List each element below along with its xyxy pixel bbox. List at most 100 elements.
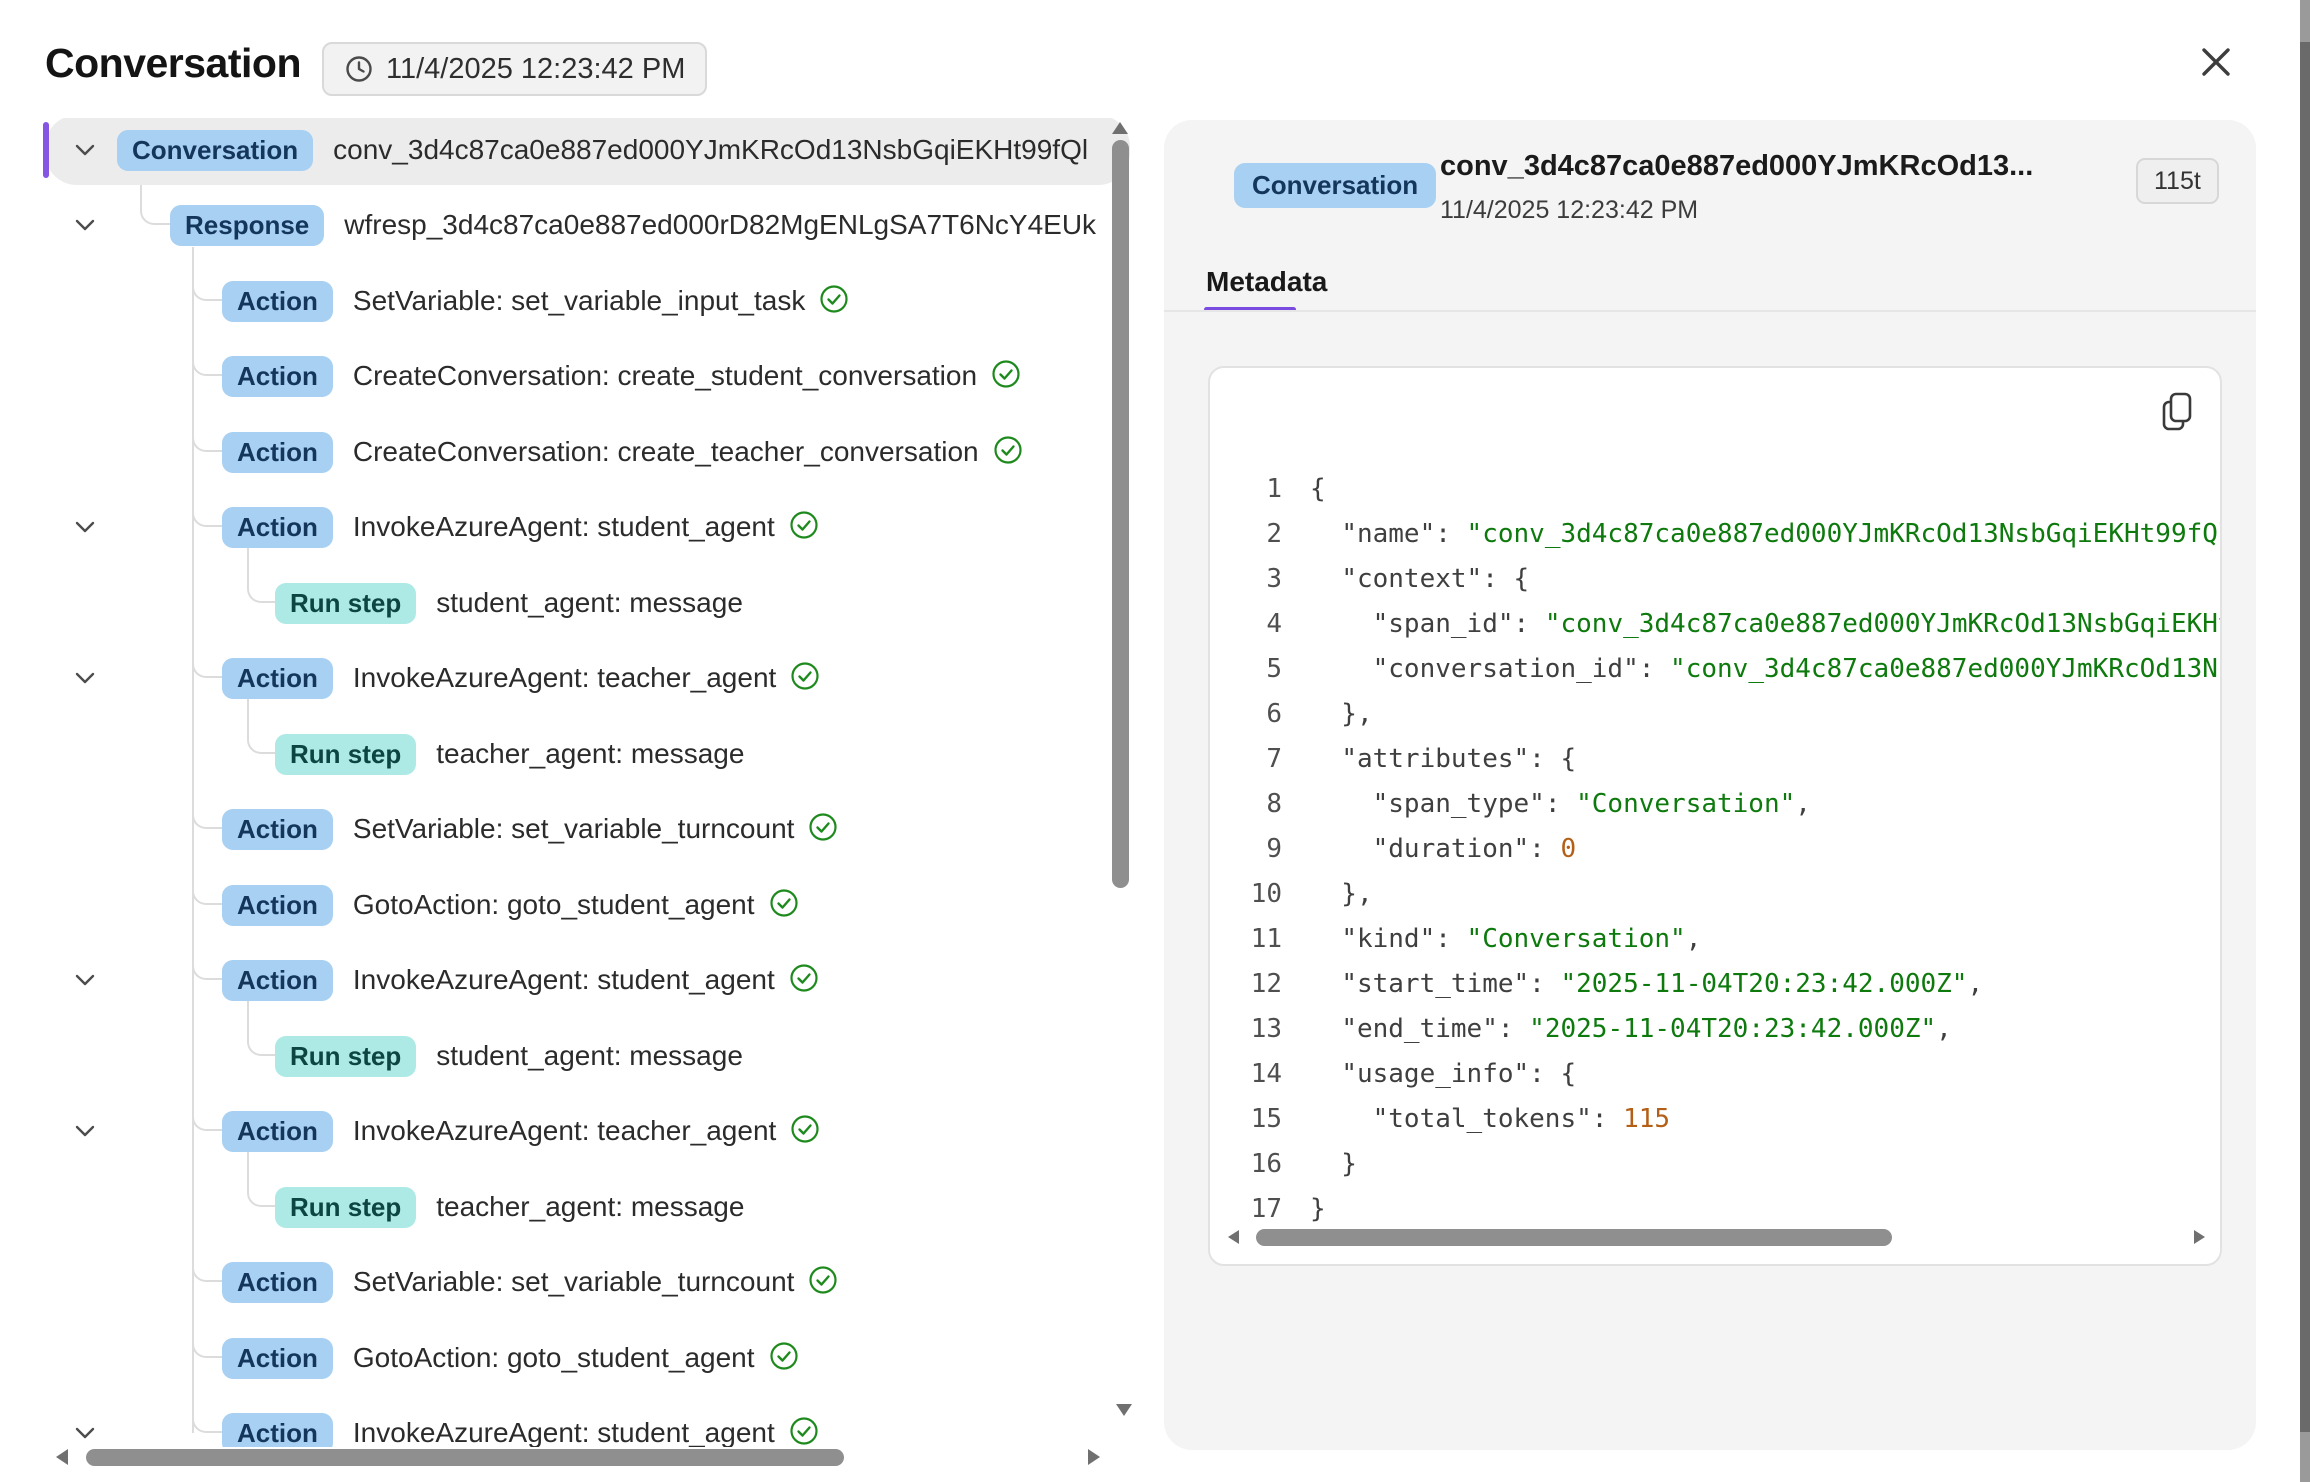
status-success-icon <box>790 1114 820 1149</box>
span-label: student_agent: message <box>436 1040 743 1072</box>
tree-row[interactable]: Conversationconv_3d4c87ca0e887ed000YJmKR… <box>0 118 1132 187</box>
success-check-icon <box>808 812 838 842</box>
span-label: CreateConversation: create_student_conve… <box>353 360 977 392</box>
code-text: "span_type": "Conversation", <box>1310 789 1811 819</box>
span-type-badge: Run step <box>275 1036 416 1077</box>
code-horizontal-scrollbar-thumb[interactable] <box>1256 1229 1892 1246</box>
expand-chevron-button[interactable] <box>72 967 98 993</box>
code-text: "start_time": "2025-11-04T20:23:42.000Z"… <box>1310 969 1983 999</box>
json-code-line: 14 "usage_info": { <box>1210 1051 2222 1096</box>
tree-row[interactable]: Action InvokeAzureAgent: student_agent <box>0 1396 1132 1447</box>
tab-divider <box>1164 310 2256 312</box>
tree-row[interactable]: Responsewfresp_3d4c87ca0e887ed000rD82MgE… <box>0 188 1132 262</box>
success-check-icon <box>790 1114 820 1144</box>
line-number: 6 <box>1210 699 1282 729</box>
tree-row[interactable]: ActionSetVariable: set_variable_input_ta… <box>0 264 1132 338</box>
tree-vertical-scrollbar-thumb[interactable] <box>1112 140 1129 888</box>
trace-tree: Conversationconv_3d4c87ca0e887ed000YJmKR… <box>0 118 1132 1447</box>
line-number: 16 <box>1210 1149 1282 1179</box>
span-type-badge: Action <box>222 658 333 699</box>
tab-metadata[interactable]: Metadata <box>1206 266 1327 298</box>
json-code-line: 4 "span_id": "conv_3d4c87ca0e887ed000YJm… <box>1210 601 2222 646</box>
tree-row[interactable]: ActionGotoAction: goto_student_agent <box>0 1321 1132 1395</box>
chevron-down-icon <box>72 1118 98 1144</box>
line-number: 9 <box>1210 834 1282 864</box>
span-label: InvokeAzureAgent: teacher_agent <box>353 1115 776 1147</box>
code-text: } <box>1310 1149 1357 1179</box>
line-number: 11 <box>1210 924 1282 954</box>
tree-row[interactable]: ActionInvokeAzureAgent: student_agent <box>0 943 1132 1017</box>
expand-chevron-button[interactable] <box>72 665 98 691</box>
code-text: "span_id": "conv_3d4c87ca0e887ed000YJmKR… <box>1310 609 2222 639</box>
tree-row[interactable]: Action InvokeAzureAgent: teacher_agent <box>0 641 1132 715</box>
tree-row[interactable]: Run step teacher_agent: message <box>0 1170 1132 1244</box>
status-success-icon <box>789 510 819 545</box>
span-label: CreateConversation: create_teacher_conve… <box>353 436 979 468</box>
line-number: 5 <box>1210 654 1282 684</box>
status-success-icon <box>790 661 820 696</box>
status-success-icon <box>808 1265 838 1300</box>
code-scroll-left-arrow[interactable] <box>1228 1230 1239 1244</box>
status-success-icon <box>769 1341 799 1376</box>
line-number: 8 <box>1210 789 1282 819</box>
window-scrollbar-thumb[interactable] <box>2300 42 2310 1432</box>
span-type-badge: Action <box>222 356 333 397</box>
expand-chevron-button[interactable] <box>72 514 98 540</box>
span-type-badge: Action <box>222 1413 333 1448</box>
success-check-icon <box>790 661 820 691</box>
tree-row[interactable]: Run stepteacher_agent: message <box>0 717 1132 791</box>
tree-row[interactable]: Run stepstudent_agent: message <box>0 566 1132 640</box>
tree-scroll-right-arrow[interactable] <box>1088 1449 1100 1465</box>
tree-row[interactable]: ActionSetVariable: set_variable_turncoun… <box>0 792 1132 866</box>
code-text: }, <box>1310 879 1373 909</box>
tree-row[interactable]: Action CreateConversation: create_student… <box>0 339 1132 413</box>
success-check-icon <box>769 1341 799 1371</box>
window-scrollbar[interactable] <box>2300 0 2310 1482</box>
status-success-icon <box>789 1416 819 1448</box>
span-type-badge: Action <box>222 432 333 473</box>
chevron-down-icon <box>72 665 98 691</box>
span-label: InvokeAzureAgent: teacher_agent <box>353 662 776 694</box>
span-label: GotoAction: goto_student_agent <box>353 1342 755 1374</box>
json-code-line: 16 } <box>1210 1141 2222 1186</box>
tree-row[interactable]: ActionInvokeAzureAgent: teacher_agent <box>0 1094 1132 1168</box>
tree-row[interactable]: ActionSetVariable: set_variable_turncoun… <box>0 1245 1132 1319</box>
metadata-json-block: 1{2 "name": "conv_3d4c87ca0e887ed000YJmK… <box>1208 366 2222 1266</box>
expand-chevron-button[interactable] <box>72 1420 98 1446</box>
tree-row[interactable]: ActionGotoAction: goto_student_agent <box>0 868 1132 942</box>
span-kind-badge: Conversation <box>1234 163 1436 208</box>
tree-scroll-left-arrow[interactable] <box>56 1449 68 1465</box>
tree-row[interactable]: Run step student_agent: message <box>0 1019 1132 1093</box>
expand-chevron-button[interactable] <box>72 212 98 238</box>
span-type-badge: Action <box>222 809 333 850</box>
success-check-icon <box>769 888 799 918</box>
span-timestamp: 11/4/2025 12:23:42 PM <box>1440 196 1698 225</box>
chevron-down-icon <box>72 967 98 993</box>
success-check-icon <box>819 284 849 314</box>
expand-chevron-button[interactable] <box>72 137 98 163</box>
code-scroll-right-arrow[interactable] <box>2194 1230 2205 1244</box>
tree-row[interactable]: ActionInvokeAzureAgent: student_agent <box>0 490 1132 564</box>
code-text: }, <box>1310 699 1373 729</box>
success-check-icon <box>991 359 1021 389</box>
selected-row-accent-bar <box>43 122 49 178</box>
span-label: teacher_agent: message <box>436 1191 744 1223</box>
span-label: InvokeAzureAgent: student_agent <box>353 1417 775 1447</box>
span-type-badge: Response <box>170 205 324 246</box>
details-panel: Conversation conv_3d4c87ca0e887ed000YJmK… <box>1164 120 2256 1450</box>
line-number: 4 <box>1210 609 1282 639</box>
copy-button[interactable] <box>2158 390 2196 434</box>
json-code-line: 3 "context": { <box>1210 556 2222 601</box>
span-type-badge: Run step <box>275 1187 416 1228</box>
close-button[interactable] <box>2192 38 2240 86</box>
line-number: 3 <box>1210 564 1282 594</box>
tree-scroll-down-arrow[interactable] <box>1116 1404 1132 1416</box>
expand-chevron-button[interactable] <box>72 1118 98 1144</box>
tree-scroll-up-arrow[interactable] <box>1112 122 1128 134</box>
tree-row[interactable]: Action CreateConversation: create_teacher… <box>0 415 1132 489</box>
json-code-line: 7 "attributes": { <box>1210 736 2222 781</box>
json-code-line: 2 "name": "conv_3d4c87ca0e887ed000YJmKRc… <box>1210 511 2222 556</box>
success-check-icon <box>993 435 1023 465</box>
tree-horizontal-scrollbar-thumb[interactable] <box>86 1449 844 1466</box>
json-code: 1{2 "name": "conv_3d4c87ca0e887ed000YJmK… <box>1210 466 2222 1231</box>
